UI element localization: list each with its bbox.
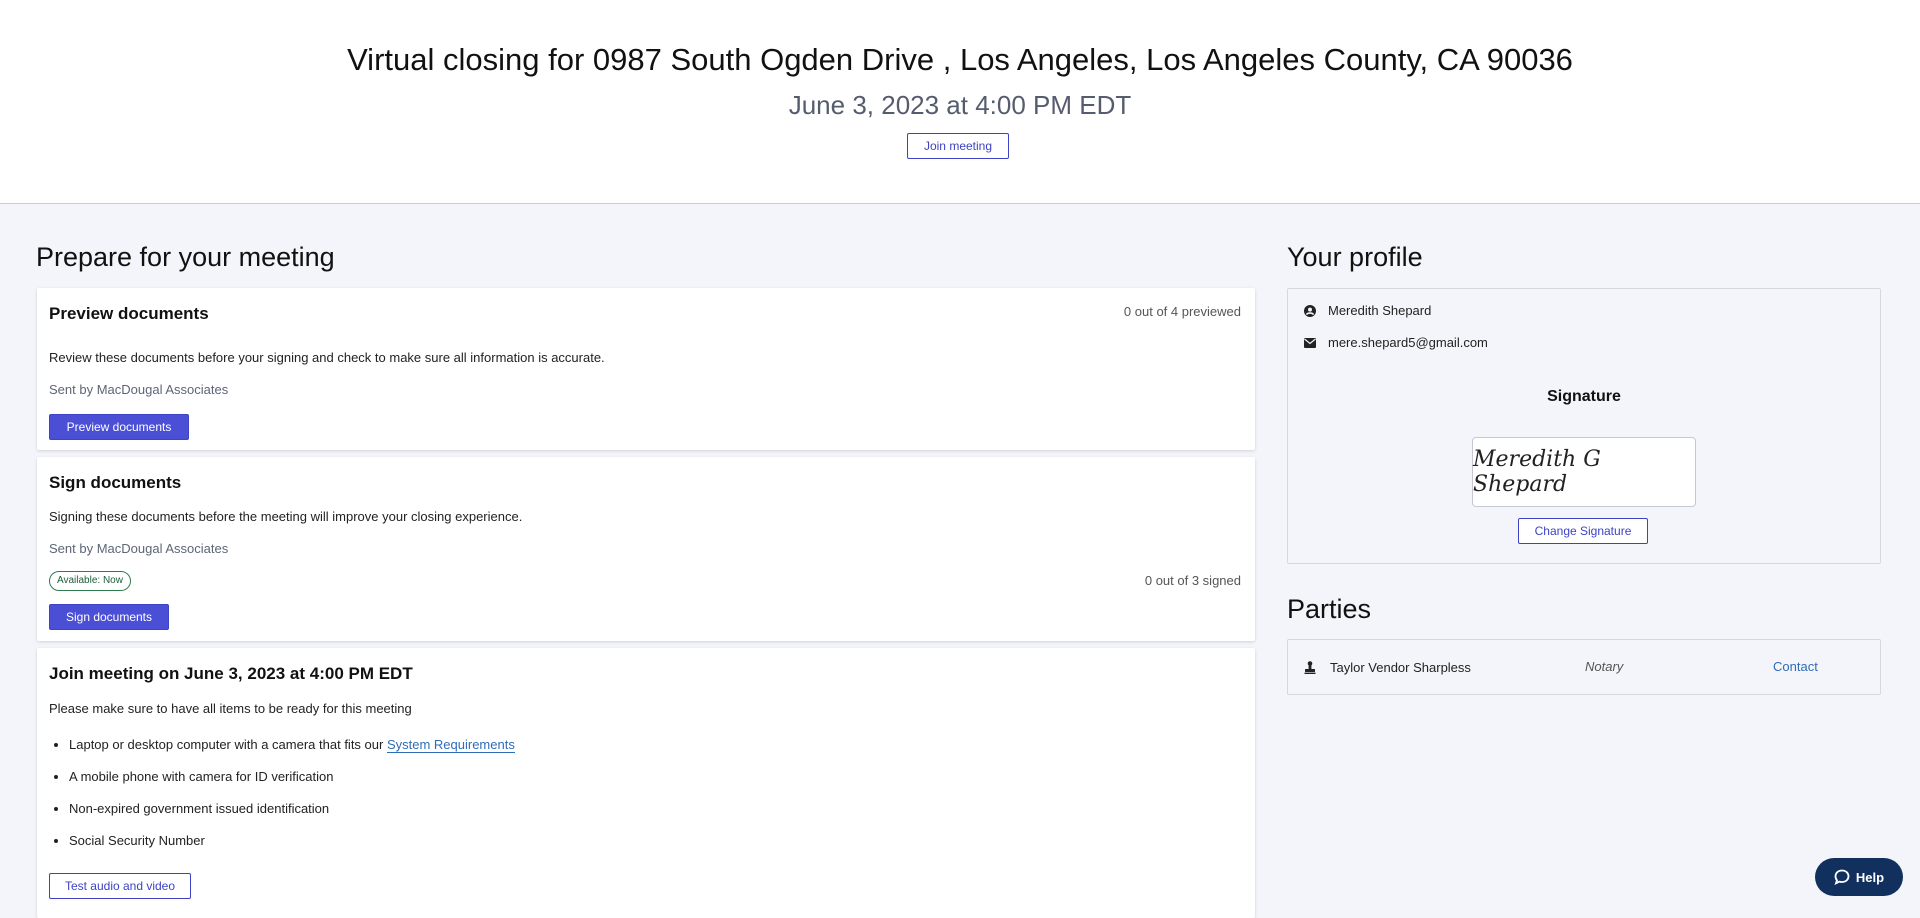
table-row: Taylor Vendor Sharpless Notary Contact <box>1288 640 1880 694</box>
party-name: Taylor Vendor Sharpless <box>1330 660 1471 675</box>
list-item: Social Security Number <box>69 833 515 865</box>
profile-email: mere.shepard5@gmail.com <box>1328 335 1488 350</box>
page-title: Virtual closing for 0987 South Ogden Dri… <box>347 42 1573 77</box>
parties-heading: Parties <box>1287 594 1372 624</box>
profile-email-row: mere.shepard5@gmail.com <box>1304 335 1488 350</box>
system-requirements-link[interactable]: System Requirements <box>386 737 515 753</box>
sign-description: Signing these documents before the meeti… <box>49 509 523 524</box>
signature-preview: Meredith G Shepard <box>1472 437 1696 507</box>
list-item: Laptop or desktop computer with a camera… <box>69 737 515 769</box>
envelope-icon <box>1304 337 1316 348</box>
preview-documents-title: Preview documents <box>49 304 209 323</box>
signature-heading: Signature <box>1547 388 1621 405</box>
requirements-list: Laptop or desktop computer with a camera… <box>49 737 515 865</box>
preview-documents-button[interactable]: Preview documents <box>49 414 189 440</box>
prepare-heading: Prepare for your meeting <box>36 242 335 272</box>
user-icon <box>1304 304 1316 317</box>
page-header: Virtual closing for 0987 South Ogden Dri… <box>0 0 1920 204</box>
sign-count: 0 out of 3 signed <box>1144 573 1241 588</box>
sign-sender: Sent by MacDougal Associates <box>49 541 229 556</box>
sign-documents-button[interactable]: Sign documents <box>49 604 169 630</box>
help-button[interactable]: Help <box>1815 858 1903 896</box>
contact-party-link[interactable]: Contact <box>1773 659 1818 674</box>
sign-documents-card: Sign documents Signing these documents b… <box>37 457 1255 641</box>
join-meeting-intro: Please make sure to have all items to be… <box>49 701 412 716</box>
profile-panel: Meredith Shepard mere.shepard5@gmail.com… <box>1287 288 1881 564</box>
profile-heading: Your profile <box>1287 242 1423 272</box>
preview-count: 0 out of 4 previewed <box>1123 304 1241 319</box>
availability-badge: Available: Now <box>49 571 131 591</box>
join-meeting-button[interactable]: Join meeting <box>907 133 1009 159</box>
sign-documents-title: Sign documents <box>49 473 182 492</box>
profile-name: Meredith Shepard <box>1328 303 1432 318</box>
chat-bubble-icon <box>1834 869 1850 885</box>
list-item: Non-expired government issued identifica… <box>69 801 515 833</box>
join-meeting-card: Join meeting on June 3, 2023 at 4:00 PM … <box>37 648 1255 918</box>
preview-description: Review these documents before your signi… <box>49 350 605 365</box>
change-signature-button[interactable]: Change Signature <box>1518 518 1648 544</box>
meeting-datetime: June 3, 2023 at 4:00 PM EDT <box>788 90 1132 120</box>
list-item: A mobile phone with camera for ID verifi… <box>69 769 515 801</box>
profile-name-row: Meredith Shepard <box>1304 303 1431 318</box>
preview-documents-card: Preview documents 0 out of 4 previewed R… <box>37 288 1255 450</box>
test-audio-video-button[interactable]: Test audio and video <box>49 873 191 899</box>
requirement-laptop: Laptop or desktop computer with a camera… <box>69 737 387 752</box>
preview-sender: Sent by MacDougal Associates <box>49 382 229 397</box>
party-role: Notary <box>1585 659 1624 674</box>
help-label: Help <box>1855 869 1885 885</box>
join-meeting-title: Join meeting on June 3, 2023 at 4:00 PM … <box>49 664 413 683</box>
notary-stamp-icon <box>1304 661 1316 674</box>
parties-panel: Taylor Vendor Sharpless Notary Contact <box>1287 639 1881 695</box>
